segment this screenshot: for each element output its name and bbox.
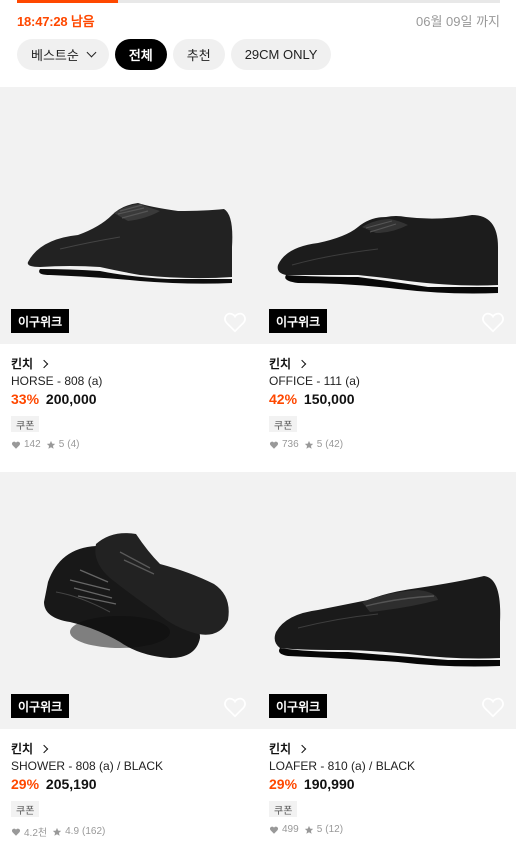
event-badge: 이구위크 xyxy=(269,694,328,718)
chevron-right-icon xyxy=(39,359,49,368)
product-card[interactable]: 이구위크 킨치 HORSE - 808 (a) 33% 200,000 쿠폰 1… xyxy=(0,87,258,472)
coupon-tag: 쿠폰 xyxy=(11,416,40,432)
price-row: 33% 200,000 xyxy=(11,391,97,407)
star-icon xyxy=(304,440,313,449)
timer-progress-bar xyxy=(17,0,500,3)
product-name[interactable]: SHOWER - 808 (a) / BLACK xyxy=(11,759,163,773)
brand-name: 킨치 xyxy=(269,742,292,756)
sort-dropdown-label: 베스트순 xyxy=(31,48,79,63)
like-count: 499 xyxy=(282,824,299,835)
brand-link[interactable]: 킨치 xyxy=(269,355,307,372)
coupon-tag: 쿠폰 xyxy=(269,416,298,432)
chevron-right-icon xyxy=(297,744,307,753)
chevron-right-icon xyxy=(39,744,49,753)
like-count: 142 xyxy=(24,439,41,450)
rating: 5 xyxy=(316,439,323,450)
chevron-down-icon xyxy=(86,47,97,58)
brand-link[interactable]: 킨치 xyxy=(11,740,49,757)
discount-rate: 29% xyxy=(11,776,40,792)
heart-icon[interactable] xyxy=(480,309,506,335)
discount-rate: 42% xyxy=(269,391,298,407)
brand-link[interactable]: 킨치 xyxy=(269,740,307,757)
heart-filled-icon xyxy=(11,828,21,836)
price: 205,190 xyxy=(45,776,97,792)
coupon-tag: 쿠폰 xyxy=(269,801,298,817)
product-card[interactable]: 이구위크 킨치 LOAFER - 810 (a) / BLACK 29% 190… xyxy=(258,472,516,857)
rating: 5 xyxy=(58,439,65,450)
rating: 5 xyxy=(316,824,323,835)
like-count: 4.2천 xyxy=(24,828,48,839)
price-row: 29% 205,190 xyxy=(11,776,97,792)
product-stats: 736 5 (42) xyxy=(269,439,343,450)
coupon-tag: 쿠폰 xyxy=(11,801,40,817)
product-stats: 142 5 (4) xyxy=(11,439,79,450)
brand-name: 킨치 xyxy=(11,357,34,371)
product-name[interactable]: OFFICE - 111 (a) xyxy=(269,374,360,388)
timer-row: 18:47:28 남음 06월 09일 까지 xyxy=(17,10,500,30)
review-count: (42) xyxy=(325,439,344,450)
like-count: 736 xyxy=(282,439,299,450)
chevron-right-icon xyxy=(297,359,307,368)
filter-chip-recommended[interactable]: 추천 xyxy=(172,39,225,70)
price-row: 29% 190,990 xyxy=(269,776,355,792)
heart-filled-icon xyxy=(269,441,279,449)
heart-icon[interactable] xyxy=(222,309,248,335)
sort-dropdown[interactable]: 베스트순 xyxy=(17,39,109,70)
price: 190,990 xyxy=(303,776,355,792)
product-image[interactable] xyxy=(0,87,258,344)
discount-rate: 29% xyxy=(269,776,298,792)
star-icon xyxy=(46,440,55,449)
product-stats: 499 5 (12) xyxy=(269,824,343,835)
star-icon xyxy=(304,825,313,834)
product-image[interactable] xyxy=(258,472,516,729)
remaining-time: 18:47:28 남음 xyxy=(17,13,95,29)
heart-filled-icon xyxy=(269,826,279,834)
filter-chip-all[interactable]: 전체 xyxy=(114,39,167,70)
brand-name: 킨치 xyxy=(11,742,34,756)
event-badge: 이구위크 xyxy=(11,309,70,333)
filter-chip-29cm-only[interactable]: 29CM ONLY xyxy=(230,39,332,70)
review-count: (12) xyxy=(325,824,344,835)
product-stats: 4.2천 4.9 (162) xyxy=(11,824,105,839)
product-name[interactable]: LOAFER - 810 (a) / BLACK xyxy=(269,759,415,773)
product-card[interactable]: 이구위크 킨치 SHOWER - 808 (a) / BLACK 29% 205… xyxy=(0,472,258,857)
heart-filled-icon xyxy=(11,441,21,449)
star-icon xyxy=(52,827,62,836)
review-count: (162) xyxy=(82,826,106,837)
review-count: (4) xyxy=(67,439,80,450)
discount-rate: 33% xyxy=(11,391,40,407)
heart-icon[interactable] xyxy=(480,694,506,720)
deadline-date: 06월 09일 까지 xyxy=(416,13,500,29)
heart-icon[interactable] xyxy=(222,694,248,720)
timer-progress-fill xyxy=(17,0,119,3)
product-image[interactable] xyxy=(0,472,258,729)
rating: 4.9 xyxy=(65,826,80,837)
event-badge: 이구위크 xyxy=(269,309,328,333)
brand-link[interactable]: 킨치 xyxy=(11,355,49,372)
price: 200,000 xyxy=(45,391,97,407)
event-badge: 이구위크 xyxy=(11,694,70,718)
product-name[interactable]: HORSE - 808 (a) xyxy=(11,374,102,388)
product-image[interactable] xyxy=(258,87,516,344)
price-row: 42% 150,000 xyxy=(269,391,355,407)
product-card[interactable]: 이구위크 킨치 OFFICE - 111 (a) 42% 150,000 쿠폰 … xyxy=(258,87,516,472)
brand-name: 킨치 xyxy=(269,357,292,371)
price: 150,000 xyxy=(303,391,355,407)
filter-chips: 베스트순 전체 추천 29CM ONLY xyxy=(17,39,332,70)
